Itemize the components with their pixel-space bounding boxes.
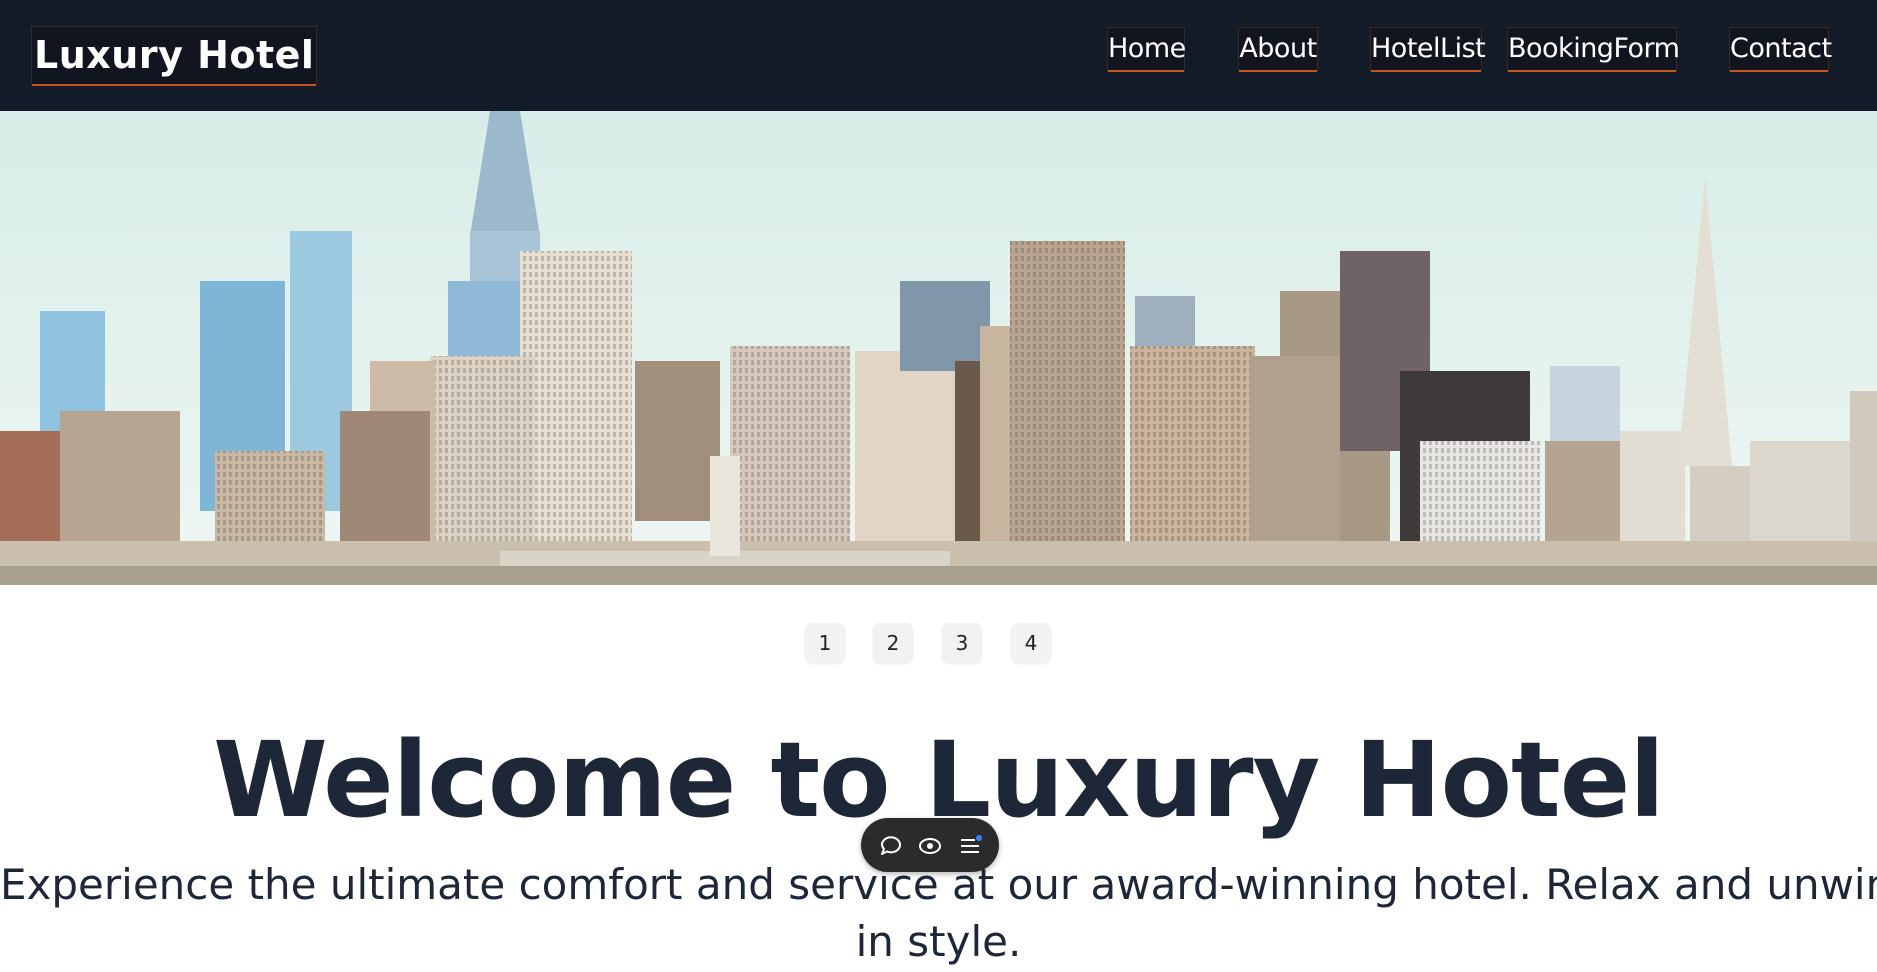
floating-toolbar bbox=[861, 818, 999, 872]
page-button-2[interactable]: 2 bbox=[873, 623, 913, 663]
nav-link-hotellist[interactable]: HotelList bbox=[1371, 28, 1486, 70]
nav-link-about[interactable]: About bbox=[1239, 28, 1317, 70]
comment-icon[interactable] bbox=[878, 833, 904, 859]
eye-icon[interactable] bbox=[917, 833, 943, 859]
navbar: Luxury Hotel Home About HotelList Bookin… bbox=[0, 0, 1877, 111]
menu-icon[interactable] bbox=[957, 833, 983, 859]
page-button-3[interactable]: 3 bbox=[942, 623, 982, 663]
brand-logo[interactable]: Luxury Hotel bbox=[32, 27, 317, 84]
page-button-4[interactable]: 4 bbox=[1011, 623, 1051, 663]
nav-link-contact[interactable]: Contact bbox=[1730, 28, 1832, 70]
page-subtitle-overflow: in style. bbox=[855, 917, 1022, 966]
page-button-1[interactable]: 1 bbox=[805, 623, 845, 663]
nav-link-bookingform[interactable]: BookingForm bbox=[1508, 28, 1680, 70]
nav-link-home[interactable]: Home bbox=[1108, 28, 1186, 70]
hero-image bbox=[0, 111, 1877, 585]
